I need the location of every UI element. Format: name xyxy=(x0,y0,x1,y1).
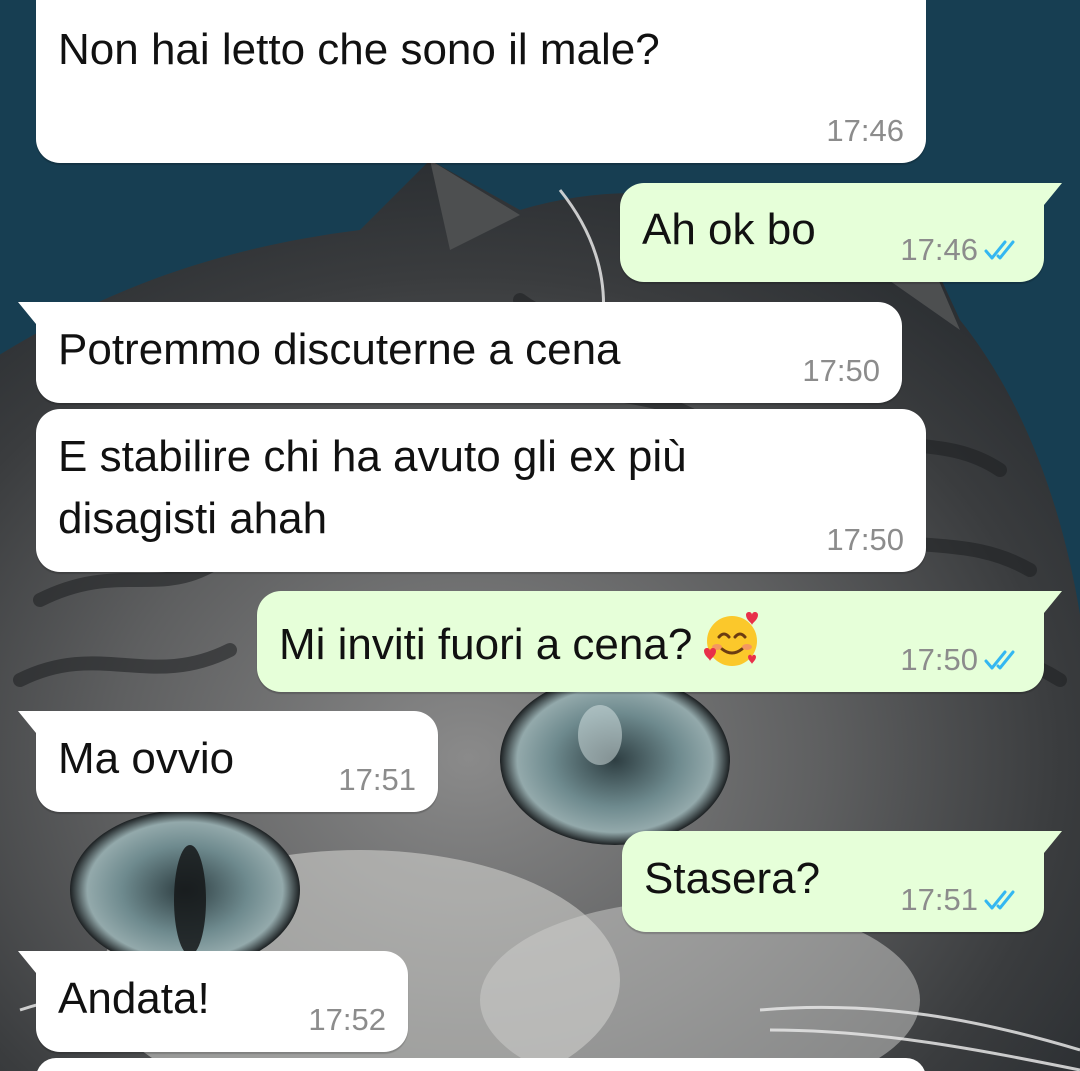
message-text: Andata! xyxy=(58,974,210,1023)
message-meta: 17:46 xyxy=(826,113,904,149)
message-text-wrap: Mi inviti fuori a cena? xyxy=(279,609,762,685)
message-timestamp: 17:50 xyxy=(900,642,978,677)
message-meta: 17:46 xyxy=(900,232,1022,268)
message-timestamp: 17:46 xyxy=(900,232,978,267)
message-text: Stasera? xyxy=(644,854,821,903)
incoming-message-bubble[interactable]: Potremmo discuterne a cena 17:50 xyxy=(18,302,902,403)
incoming-message-bubble-partial[interactable] xyxy=(36,1058,926,1071)
message-timestamp: 17:51 xyxy=(900,882,978,917)
double-check-icon xyxy=(984,890,1015,910)
incoming-message-bubble[interactable]: Andata! 17:52 xyxy=(18,951,408,1052)
message-timestamp: 17:52 xyxy=(308,1002,386,1037)
message-timestamp: 17:50 xyxy=(802,353,880,388)
outgoing-message-bubble[interactable]: Mi inviti fuori a cena? 17:50 xyxy=(257,591,1062,692)
message-meta: 17:50 xyxy=(900,642,1022,678)
message-text-line-1: E stabilire chi ha avuto gli ex più xyxy=(58,432,687,481)
message-meta: 17:50 xyxy=(826,522,904,558)
message-meta: 17:51 xyxy=(338,762,416,798)
message-timestamp: 17:51 xyxy=(338,762,416,797)
message-text: Ma ovvio xyxy=(58,734,235,783)
message-text: Ah ok bo xyxy=(642,205,816,254)
message-meta: 17:50 xyxy=(802,353,880,389)
message-text: Non hai letto che sono il male? xyxy=(58,25,660,74)
incoming-message-bubble[interactable]: E stabilire chi ha avuto gli ex più disa… xyxy=(36,409,926,572)
outgoing-message-bubble[interactable]: Stasera? 17:51 xyxy=(622,831,1062,932)
message-meta: 17:52 xyxy=(308,1002,386,1038)
double-check-icon xyxy=(984,240,1015,260)
double-check-icon xyxy=(984,650,1015,670)
message-text-line-2: disagisti ahah xyxy=(58,494,328,543)
message-text: Mi inviti fuori a cena? xyxy=(279,620,693,669)
smiling-face-with-hearts-icon xyxy=(702,609,762,685)
outgoing-message-bubble[interactable]: Ah ok bo 17:46 xyxy=(620,183,1062,282)
incoming-message-bubble[interactable]: Ma ovvio 17:51 xyxy=(18,711,438,812)
message-meta: 17:51 xyxy=(900,882,1022,918)
message-text: Potremmo discuterne a cena xyxy=(58,325,621,374)
message-timestamp: 17:46 xyxy=(826,113,904,148)
message-timestamp: 17:50 xyxy=(826,522,904,557)
incoming-message-bubble[interactable]: Non hai letto che sono il male? 17:46 xyxy=(36,0,926,163)
